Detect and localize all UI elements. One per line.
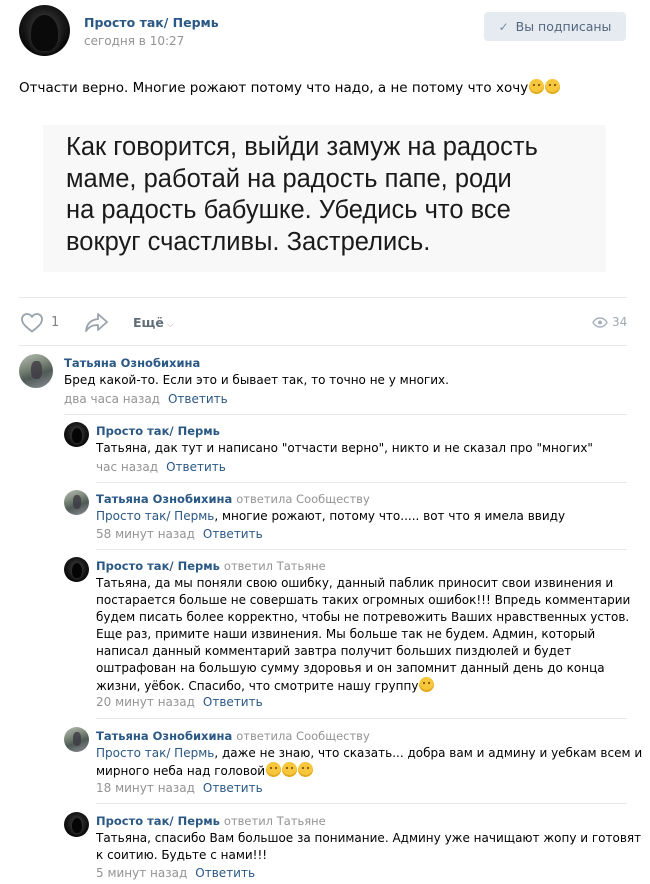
commenter-avatar[interactable] (64, 490, 89, 515)
comment-time[interactable]: 5 минут назад (96, 866, 187, 880)
replied-to[interactable]: ответила Сообществу (236, 492, 370, 506)
divider (19, 297, 627, 298)
like-heart-icon[interactable] (20, 312, 44, 333)
comment-author[interactable]: Татьяна Ознобихина (64, 356, 200, 370)
like-count: 1 (51, 315, 60, 330)
checkmark-icon: ✓ (498, 19, 509, 34)
divider (96, 803, 627, 804)
thinking-emoji-icon (529, 79, 545, 94)
divider (19, 345, 627, 346)
mention-link[interactable]: Просто так/ Пермь (96, 746, 214, 760)
commenter-avatar[interactable] (64, 812, 89, 837)
comment-meta: 5 минут назад Ответить (96, 866, 255, 880)
post-text: Отчасти верно. Многие рожают потому что … (19, 79, 561, 96)
comment-meta: два часа назад Ответить (64, 392, 228, 406)
comment-text: Татьяна, дак тут и написано "отчасти вер… (96, 441, 593, 455)
comment-author[interactable]: Просто так/ Пермь ответил Татьяне (96, 559, 326, 573)
comment-meta: 58 минут назад Ответить (96, 527, 263, 541)
comment-text: Татьяна, спасибо Вам большое за понимани… (96, 831, 642, 862)
reply-button[interactable]: Ответить (195, 866, 255, 880)
flushed-emoji-icon (545, 79, 561, 94)
more-menu-button[interactable]: Ещё ⌵ (133, 315, 174, 330)
reply-button[interactable]: Ответить (203, 695, 263, 709)
post-image-caption: Как говорится, выйди замуж на радость ма… (66, 133, 538, 256)
comment-meta: час назад Ответить (96, 460, 226, 474)
kiss-emoji-icon (282, 762, 298, 777)
replied-to[interactable]: ответил Татьяне (224, 814, 326, 828)
post-image[interactable]: Как говорится, выйди замуж на радость ма… (43, 125, 606, 272)
post-author-name[interactable]: Просто так/ Пермь (84, 15, 219, 30)
reply-button[interactable]: Ответить (203, 781, 263, 795)
comment-text: Татьяна, да мы поняли свою ошибку, данны… (96, 576, 631, 693)
divider (96, 718, 627, 719)
comment-time[interactable]: 18 минут назад (96, 781, 195, 795)
comment-time[interactable]: 20 минут назад (96, 695, 195, 709)
divider (64, 414, 627, 415)
commenter-avatar[interactable] (64, 557, 89, 582)
replied-to[interactable]: ответил Татьяне (224, 559, 326, 573)
comment-text: Бред какой-то. Если это и бывает так, то… (64, 373, 449, 387)
post-timestamp[interactable]: сегодня в 10:27 (84, 34, 184, 48)
comment-time[interactable]: час назад (96, 460, 158, 474)
comment-text: Просто так/ Пермь, многие рожают, потому… (96, 509, 566, 523)
commenter-avatar[interactable] (64, 422, 89, 447)
comment-time[interactable]: 58 минут назад (96, 527, 195, 541)
comment-author[interactable]: Татьяна Ознобихина ответила Сообществу (96, 492, 370, 506)
comment-author[interactable]: Просто так/ Пермь ответил Татьяне (96, 814, 326, 828)
kiss-emoji-icon (419, 677, 435, 692)
comment-time[interactable]: два часа назад (64, 392, 160, 406)
share-icon[interactable] (84, 311, 110, 333)
kiss-emoji-icon (298, 762, 314, 777)
views-eye-icon (592, 317, 608, 328)
commenter-avatar[interactable] (19, 354, 53, 388)
view-count: 34 (612, 315, 628, 329)
subscribed-button[interactable]: ✓ Вы подписаны (484, 12, 626, 41)
subscribed-label: Вы подписаны (515, 19, 612, 34)
reply-button[interactable]: Ответить (168, 392, 228, 406)
comment-meta: 20 минут назад Ответить (96, 695, 263, 709)
chevron-down-icon: ⌵ (166, 320, 174, 330)
commenter-avatar[interactable] (64, 727, 89, 752)
kiss-emoji-icon (266, 762, 282, 777)
comment-author[interactable]: Просто так/ Пермь (96, 424, 220, 438)
comment-text: Просто так/ Пермь, даже не знаю, что ска… (96, 746, 643, 778)
comment-author[interactable]: Татьяна Ознобихина ответила Сообществу (96, 729, 370, 743)
divider (96, 482, 627, 483)
reply-button[interactable]: Ответить (203, 527, 263, 541)
divider (96, 549, 627, 550)
post-author-avatar[interactable] (19, 5, 70, 56)
reply-button[interactable]: Ответить (166, 460, 226, 474)
replied-to[interactable]: ответила Сообществу (236, 729, 370, 743)
mention-link[interactable]: Просто так/ Пермь (96, 509, 214, 523)
comment-meta: 18 минут назад Ответить (96, 781, 263, 795)
